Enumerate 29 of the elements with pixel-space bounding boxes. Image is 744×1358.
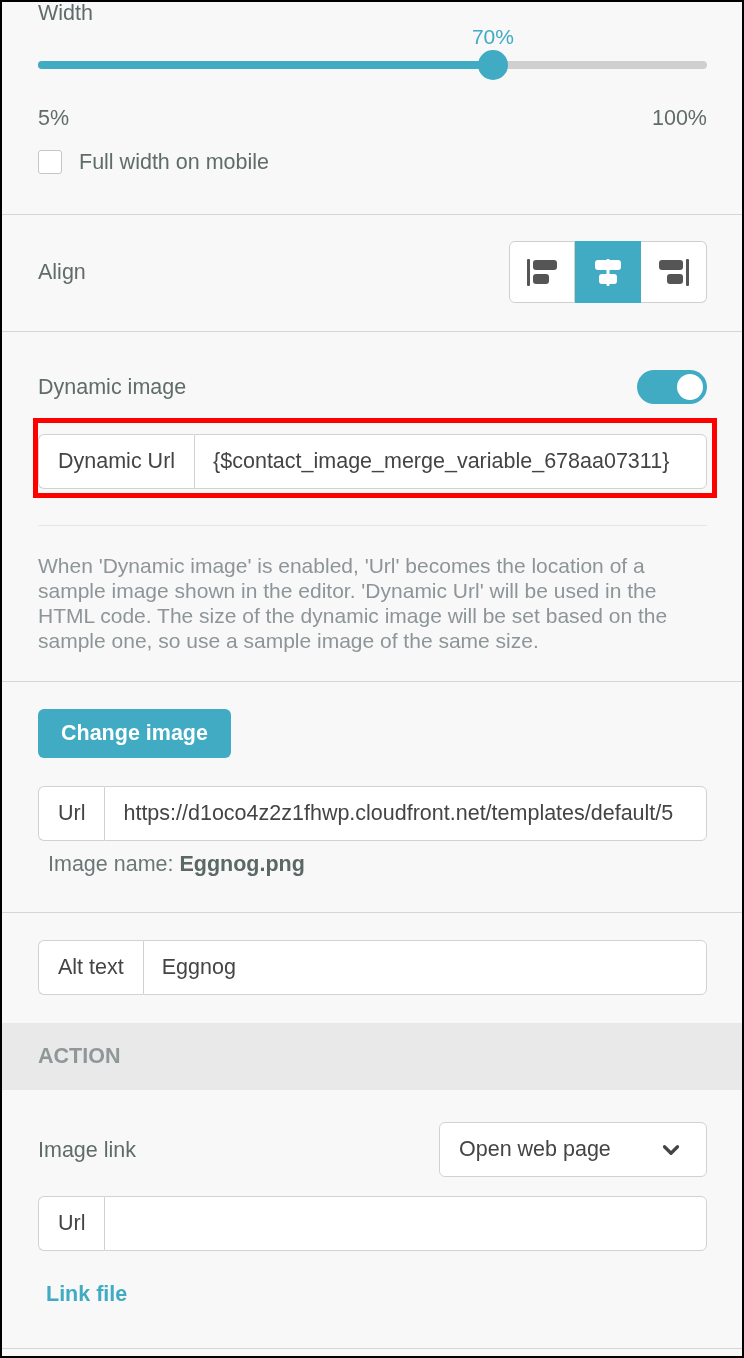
input-label: Dynamic Url xyxy=(38,434,195,489)
input-label: Url xyxy=(38,1196,105,1251)
dropdown-select[interactable]: Open web page xyxy=(439,1122,707,1177)
slider-value: 70% xyxy=(471,25,514,49)
align-label: Align xyxy=(38,260,86,284)
align-center-icon xyxy=(592,258,623,286)
section-title: ACTION xyxy=(38,1044,121,1069)
width-label: Width xyxy=(38,2,94,24)
input-label: Url xyxy=(38,786,105,841)
help-text: When 'Dynamic image' is enabled, 'Url' becomes the location of a sample image shown in the editor. 'Dynamic Url' will be used in the HTML code. The size of the dynamic image will be set based on the sample one, so use a sample image of the same size. xyxy=(38,553,669,653)
slider-thumb[interactable] xyxy=(477,50,508,80)
image-name-text: Image name: Eggnog.png xyxy=(47,852,306,876)
slider-min-label: 5% xyxy=(38,106,70,130)
url-input[interactable] xyxy=(104,1196,707,1251)
slider-track[interactable] xyxy=(38,50,707,80)
align-right-button[interactable] xyxy=(641,241,707,303)
url-input[interactable]: https://d1oco4z2z1fhwp.cloudfront.net/templates/default/5 xyxy=(104,786,707,841)
align-left-button[interactable] xyxy=(509,241,575,303)
dynamic-url-input[interactable]: {$contact_image_merge_variable_678aa07311} xyxy=(194,434,707,489)
align-left-icon xyxy=(527,258,557,286)
slider-max-label: 100% xyxy=(652,106,707,130)
dynamic-image-label: Dynamic image xyxy=(38,375,187,399)
align-right-icon xyxy=(658,258,689,286)
checkbox[interactable] xyxy=(38,150,62,174)
input-label: Alt text xyxy=(38,940,143,995)
image-link-label: Image link xyxy=(38,1137,136,1162)
toggle-switch[interactable] xyxy=(637,370,707,404)
checkbox-label: Full width on mobile xyxy=(79,150,269,174)
alt-text-input[interactable]: Eggnog xyxy=(142,940,707,995)
